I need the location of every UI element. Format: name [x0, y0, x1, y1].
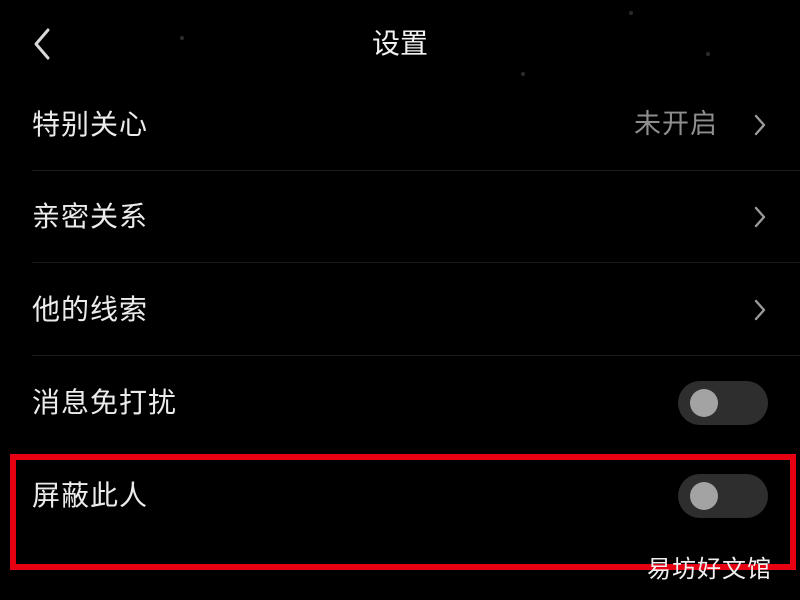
settings-screen: 设置 特别关心 未开启 亲密关系 他的线索 消息免打扰 屏蔽此人 易坊好文馆 — [0, 0, 800, 600]
settings-item-label: 特别关心 — [32, 108, 149, 141]
settings-item-label: 屏蔽此人 — [32, 479, 149, 512]
page-title: 设置 — [371, 27, 428, 60]
toggle-knob — [690, 482, 718, 510]
settings-item-value: 未开启 — [634, 109, 718, 140]
nav-header: 设置 — [0, 0, 800, 88]
settings-item-close-relationship[interactable]: 亲密关系 — [0, 171, 800, 263]
divider — [32, 355, 800, 356]
settings-item-his-clues[interactable]: 他的线索 — [0, 264, 800, 356]
settings-item-label: 消息免打扰 — [32, 386, 178, 419]
chevron-right-icon — [754, 299, 766, 321]
do-not-disturb-toggle[interactable] — [678, 381, 768, 425]
settings-item-block-user: 屏蔽此人 — [0, 450, 800, 542]
settings-item-label: 亲密关系 — [32, 200, 149, 233]
settings-item-do-not-disturb: 消息免打扰 — [0, 357, 800, 449]
block-user-toggle[interactable] — [678, 474, 768, 518]
divider — [32, 262, 800, 263]
watermark-text: 易坊好文馆 — [647, 555, 772, 583]
chevron-right-icon — [754, 206, 766, 228]
toggle-knob — [690, 389, 718, 417]
settings-item-special-care[interactable]: 特别关心 未开启 — [0, 79, 800, 171]
chevron-right-icon — [754, 114, 766, 136]
settings-item-label: 他的线索 — [32, 293, 149, 326]
